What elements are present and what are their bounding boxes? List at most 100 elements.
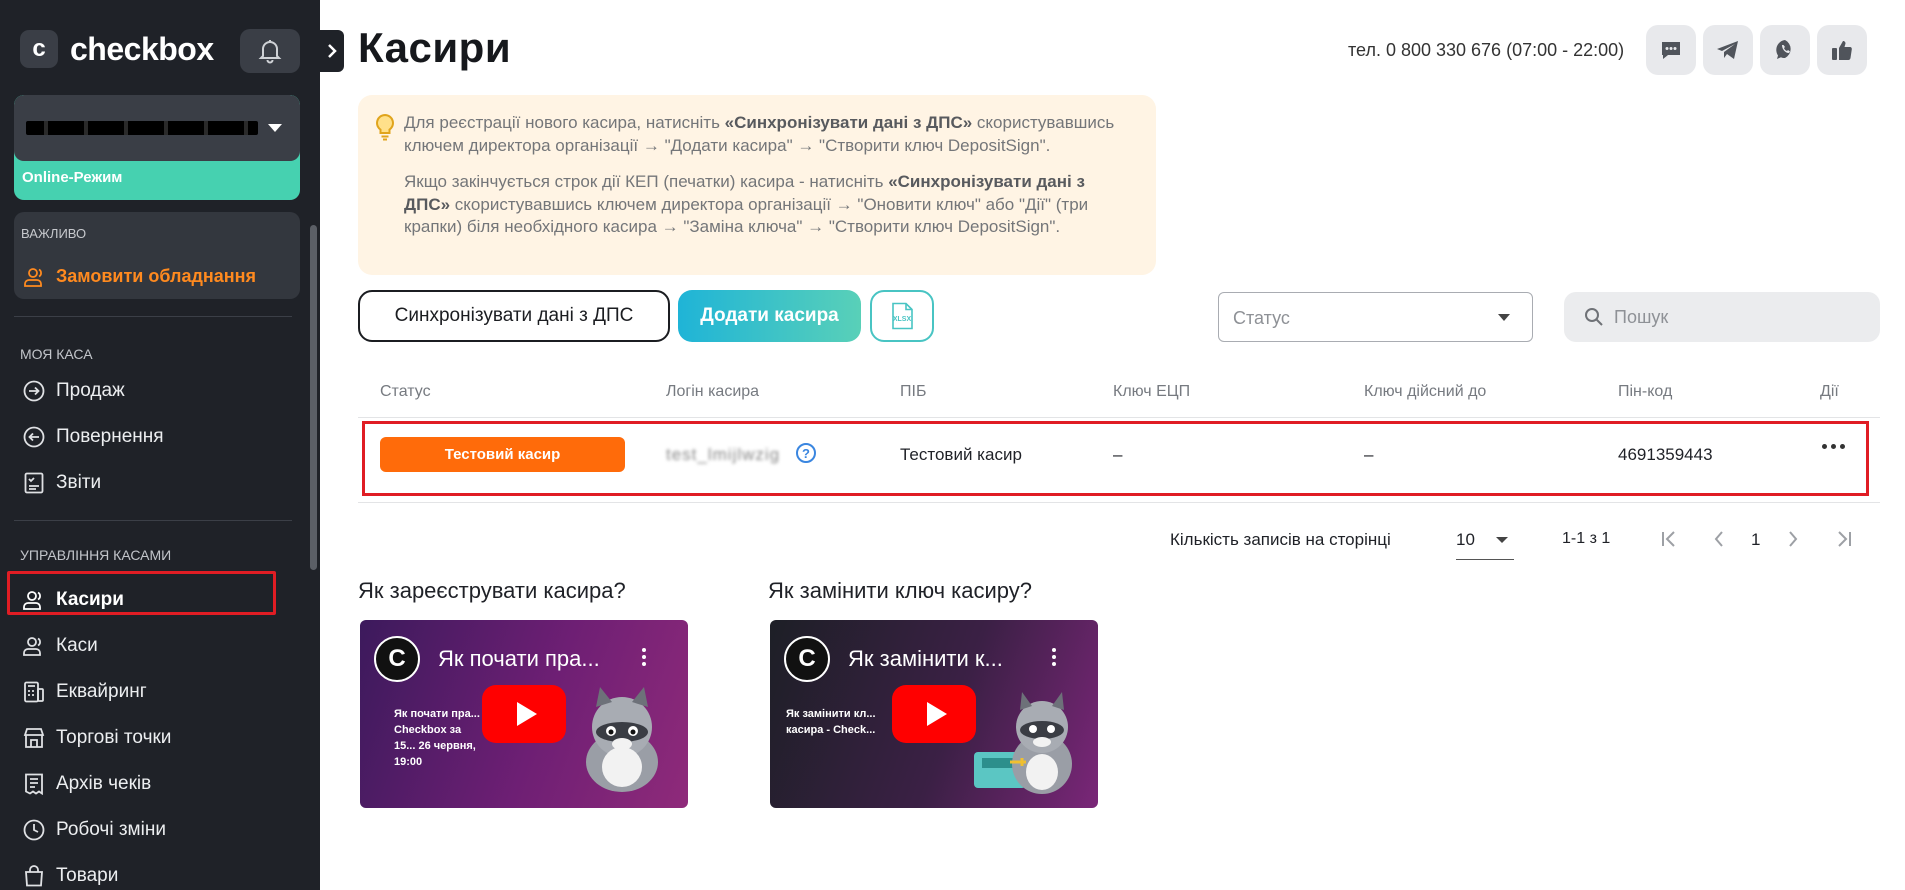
export-xlsx-button[interactable]: XLSX [870,290,934,342]
video-register-cashier[interactable]: C Як почати пра... Як почати пра... Chec… [360,620,688,808]
svg-text:XLSX: XLSX [893,316,912,323]
users-icon [22,634,46,658]
viber-icon [1776,40,1791,59]
important-card: Важливо Замовити обладнання [14,212,300,299]
cashier-pin: 4691359443 [1618,445,1713,464]
sidebar-item-sale[interactable]: Продаж [22,377,125,405]
sidebar-item-shifts[interactable]: Робочі зміни [22,816,166,844]
sidebar-item-receipts-archive[interactable]: Архів чеків [22,770,151,798]
chevron-down-icon [1498,314,1510,321]
users-icon [22,588,46,612]
last-page-icon [1838,531,1851,547]
sidebar-item-stores[interactable]: Торгові точки [22,724,171,752]
current-page: 1 [1751,530,1761,549]
sidebar-scrollbar[interactable] [310,225,317,570]
video-title: Як замінити к... [848,646,1003,671]
column-header-name[interactable]: ПІБ [900,383,926,401]
divider [14,520,292,521]
chevron-down-icon [1496,537,1508,543]
help-icon[interactable]: ? [796,443,816,463]
channel-avatar: C [374,636,420,682]
status-filter-select[interactable]: Статус [1218,292,1533,342]
column-header-status[interactable]: Статус [380,383,431,401]
video-overlay-text: Як почати пра... Checkbox за 15... 26 че… [394,708,480,768]
prev-page-button[interactable] [1706,526,1732,552]
sidebar-item-cash-registers[interactable]: Каси [22,632,98,660]
video-title: Як почати пра... [438,646,600,671]
video-menu-icon[interactable] [1052,648,1056,666]
search-icon [1585,308,1603,326]
status-badge: Тестовий касир [380,437,625,472]
add-cashier-button[interactable]: Додати касира [678,290,861,342]
chat-button[interactable] [1646,25,1696,75]
telegram-icon [1717,41,1738,59]
status-filter-placeholder: Статус [1233,308,1290,328]
first-page-button[interactable] [1657,526,1683,552]
table-row-divider [358,502,1880,503]
rows-per-page-label: Кількість записів на сторінці [1170,530,1391,549]
play-icon[interactable] [482,685,566,743]
logo-text: checkbox [70,30,214,67]
video-menu-icon[interactable] [642,648,646,666]
notifications-button[interactable] [240,29,300,73]
order-equipment-link[interactable]: Замовити обладнання [24,266,256,287]
first-page-icon [1662,531,1675,547]
xlsx-file-icon: XLSX [892,302,913,330]
info-paragraph-1: Для реєстрації нового касира, натисніть … [404,113,1115,155]
sidebar-item-goods[interactable]: Товари [22,862,118,890]
logo[interactable]: c checkbox [20,30,214,68]
lightbulb-icon [376,113,394,141]
column-header-key[interactable]: Ключ ЕЦП [1113,383,1190,401]
receipt-icon [22,772,46,796]
sidebar-item-cashiers[interactable]: Касири [22,586,124,614]
video-overlay-text: Як замінити кл... касира - Check... [786,708,876,736]
sync-dps-button[interactable]: Синхронізувати дані з ДПС [358,290,670,342]
page-title: Касири [358,24,512,71]
logo-mark-icon: c [20,30,58,68]
search-input[interactable] [1614,304,1864,330]
collapse-sidebar-button[interactable] [320,30,344,72]
report-icon [22,471,46,495]
chevron-down-icon [268,124,282,132]
telegram-button[interactable] [1703,25,1753,75]
clock-icon [22,818,46,842]
last-page-button[interactable] [1830,526,1856,552]
rows-per-page-select[interactable]: 10 [1456,524,1514,560]
feedback-button[interactable] [1817,25,1867,75]
column-header-valid-until[interactable]: Ключ дійсний до [1364,383,1486,401]
bell-icon [258,40,282,64]
app-root: c checkbox Online-Режим Важливо Замовити… [0,0,1905,890]
viber-button[interactable] [1760,25,1810,75]
chevron-right-icon [328,44,337,58]
sidebar-item-returns[interactable]: Повернення [22,423,164,451]
login-arrow-icon [22,379,46,403]
cashier-name: Тестовий касир [900,445,1022,464]
chevron-left-icon [1714,531,1723,547]
cashier-key-valid-until: – [1364,445,1374,464]
info-notice: Для реєстрації нового касира, натисніть … [358,95,1156,275]
column-header-login[interactable]: Логін касира [666,383,759,401]
row-actions-menu-icon[interactable] [1822,444,1845,449]
info-text: Для реєстрації нового касира, натисніть … [404,112,1134,239]
play-icon[interactable] [892,685,976,743]
section-management: Управління касами [20,547,172,563]
sidebar-item-acquiring[interactable]: Еквайринг [22,678,147,706]
divider [14,316,292,317]
cashier-login: test_lmijlwzig [666,445,781,464]
important-title: Важливо [21,226,87,241]
video-replace-key[interactable]: C Як замінити к... Як замінити кл... кас… [770,620,1098,808]
section-my-cash: Моя каса [20,346,93,362]
raccoon-mascot-icon [974,692,1072,794]
organization-selector[interactable]: Online-Режим [14,95,300,200]
users-icon [24,267,42,287]
cashier-key: – [1113,445,1123,464]
next-page-button[interactable] [1780,526,1806,552]
store-icon [22,726,46,750]
sidebar-item-reports[interactable]: Звіти [22,469,101,497]
column-header-actions: Дії [1820,383,1839,400]
pagination-range: 1-1 з 1 [1562,530,1611,547]
search-box[interactable] [1564,292,1880,342]
support-phone: тел. 0 800 330 676 (07:00 - 22:00) [1348,40,1625,60]
table-header-divider [358,417,1880,418]
column-header-pin[interactable]: Пін-код [1618,383,1672,401]
